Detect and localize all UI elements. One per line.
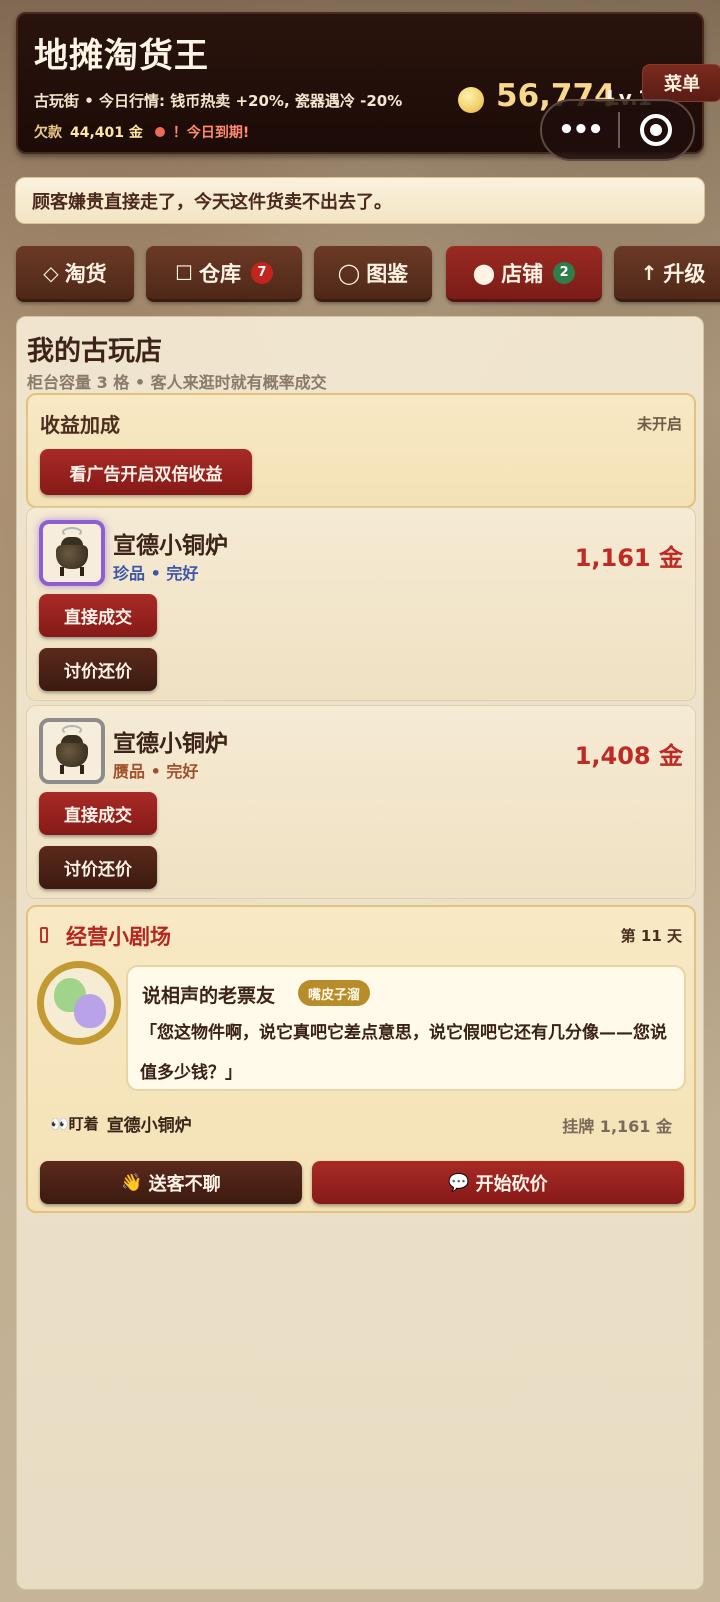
haggle-button[interactable]: 讨价还价 — [39, 846, 157, 889]
incense-burner-icon — [50, 527, 94, 577]
theater-icon — [40, 927, 48, 943]
dismiss-customer-button[interactable]: 👋 送客不聊 — [40, 1161, 302, 1204]
customer-quote: 「您这物件啊，说它真吧它差点意思，说它假吧它还有几分像——您说值多少钱？」 — [140, 1023, 667, 1083]
eyes-icon-label: 👀盯着 — [50, 1115, 99, 1133]
direct-deal-button[interactable]: 直接成交 — [39, 594, 157, 637]
more-options-icon[interactable]: ••• — [542, 101, 618, 159]
page-title: 我的古玩店 — [27, 336, 162, 367]
item-price: 1,408 金 — [574, 742, 683, 770]
circle-icon: ◯ — [337, 260, 361, 285]
tab-label: 店铺 — [501, 261, 544, 286]
due-alert-icon — [154, 127, 165, 137]
shop-panel: 我的古玩店 柜台容量 3 格 • 客人来逛时就有概率成交 收益加成 未开启 看广… — [16, 316, 704, 1590]
due-text: ！今日到期! — [172, 125, 250, 141]
tab-scavenge[interactable]: ◇ 淘货 — [16, 246, 134, 302]
app-title: 地摊淘货王 — [34, 36, 209, 76]
item-price: 1,161 金 — [574, 544, 683, 572]
debt-label: 欠款 — [34, 125, 62, 141]
bonus-title: 收益加成 — [40, 413, 120, 437]
shop-count-badge: 2 — [553, 261, 576, 284]
item-thumbnail — [39, 718, 105, 784]
tab-shop[interactable]: ⬤ 店铺 2 — [446, 246, 602, 302]
diamond-icon: ◇ — [43, 260, 59, 285]
speech-bubble-icon: 💬 — [448, 1172, 470, 1193]
waving-hand-icon: 👋 — [121, 1172, 143, 1193]
income-bonus-card: 收益加成 未开启 看广告开启双倍收益 — [26, 393, 696, 508]
mini-program-capsule: ••• — [540, 99, 695, 161]
listing-price: 挂牌 1,161 金 — [562, 1117, 672, 1136]
tab-label: 淘货 — [64, 261, 107, 286]
tab-catalog[interactable]: ◯ 图鉴 — [314, 246, 432, 302]
shop-item-card: 宣德小铜炉 赝品 • 完好 1,408 金 直接成交 讨价还价 — [26, 705, 696, 899]
box-icon: ☐ — [175, 260, 193, 285]
item-thumbnail — [39, 520, 105, 586]
item-name: 宣德小铜炉 — [113, 731, 228, 757]
watch-ad-double-button[interactable]: 看广告开启双倍收益 — [40, 449, 252, 495]
haggle-button[interactable]: 讨价还价 — [39, 648, 157, 691]
debt-row: 欠款 44,401 金 ！今日到期! — [34, 122, 249, 142]
tab-upgrade[interactable]: ↑ 升级 — [614, 246, 720, 302]
customer-trait-badge: 嘴皮子溜 — [298, 980, 371, 1006]
drama-masks-avatar — [37, 961, 121, 1045]
item-grade: 赝品 • 完好 — [113, 762, 199, 781]
theater-title: 经营小剧场 — [66, 925, 171, 949]
tragedy-mask-icon — [74, 994, 106, 1028]
bonus-status: 未开启 — [636, 415, 682, 433]
tab-label: 图鉴 — [366, 261, 409, 286]
bargain-label: 开始砍价 — [475, 1173, 548, 1195]
business-theater-card: 经营小剧场 第 11 天 说相声的老票友 嘴皮子溜 「您这物件啊，说它真吧它差点… — [26, 905, 696, 1213]
market-trend-text: 古玩街 • 今日行情: 钱币热卖 +20%, 瓷器遇冷 -20% — [34, 92, 403, 110]
start-bargain-button[interactable]: 💬 开始砍价 — [312, 1161, 684, 1204]
eyeing-row: 👀盯着 宣德小铜炉 — [50, 1111, 192, 1136]
coin-icon — [458, 87, 484, 113]
shop-item-card: 宣德小铜炉 珍品 • 完好 1,161 金 直接成交 讨价还价 — [26, 507, 696, 701]
notice-banner: 顾客嫌贵直接走了，今天这件货卖不出去了。 — [15, 177, 705, 224]
tab-warehouse[interactable]: ☐ 仓库 7 — [146, 246, 302, 302]
debt-amount: 44,401 金 — [70, 125, 143, 141]
page-subtitle: 柜台容量 3 格 • 客人来逛时就有概率成交 — [27, 373, 327, 392]
filled-circle-icon: ⬤ — [472, 260, 496, 285]
eyeing-item-name: 宣德小铜炉 — [106, 1116, 192, 1136]
tab-label: 升级 — [663, 261, 706, 286]
item-name: 宣德小铜炉 — [113, 533, 228, 559]
day-counter: 第 11 天 — [620, 927, 682, 945]
tab-label: 仓库 — [198, 261, 241, 286]
close-mini-program-button[interactable] — [620, 101, 693, 159]
customer-speech-bubble: 说相声的老票友 嘴皮子溜 「您这物件啊，说它真吧它差点意思，说它假吧它还有几分像… — [126, 965, 686, 1091]
incense-burner-icon — [50, 725, 94, 775]
direct-deal-button[interactable]: 直接成交 — [39, 792, 157, 835]
main-tabs: ◇ 淘货 ☐ 仓库 7 ◯ 图鉴 ⬤ 店铺 2 ↑ 升级 — [0, 246, 720, 304]
menu-button[interactable]: 菜单 — [642, 64, 720, 102]
dismiss-label: 送客不聊 — [148, 1173, 221, 1195]
target-icon — [640, 114, 673, 146]
item-grade: 珍品 • 完好 — [113, 564, 199, 583]
arrow-up-icon: ↑ — [640, 260, 658, 285]
warehouse-count-badge: 7 — [250, 261, 273, 284]
customer-name: 说相声的老票友 — [142, 985, 276, 1007]
